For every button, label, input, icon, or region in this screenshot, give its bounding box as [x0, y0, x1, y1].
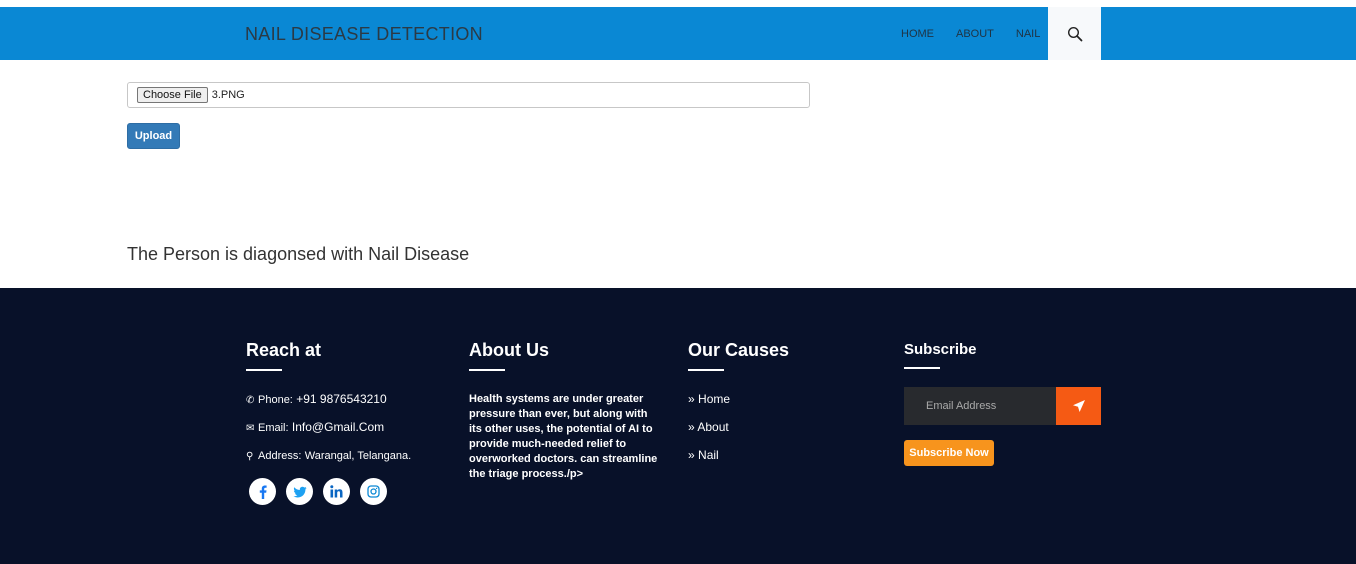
phone-line: ✆ Phone: +91 9876543210 — [246, 392, 387, 406]
double-chevron-right-icon: » — [688, 420, 695, 434]
subscribe-email-input[interactable] — [904, 387, 1056, 425]
cause-label: Nail — [698, 448, 719, 462]
cause-link-home[interactable]: » Home — [688, 392, 730, 406]
address-value: Warangal, Telangana. — [304, 450, 412, 462]
address-label: Address: — [258, 450, 302, 462]
about-text: Health systems are under greater pressur… — [469, 393, 658, 480]
choose-file-button[interactable]: Choose File — [137, 87, 208, 103]
double-chevron-right-icon: » — [688, 448, 695, 462]
search-button[interactable] — [1048, 7, 1101, 60]
email-value: Info@Gmail.Com — [291, 420, 385, 434]
diagnosis-result: The Person is diagonsed with Nail Diseas… — [127, 244, 470, 264]
cause-label: Home — [698, 392, 731, 406]
nav-about[interactable]: ABOUT — [956, 28, 994, 40]
email-label: Email: — [258, 422, 289, 434]
nav-links: HOME ABOUT NAIL — [890, 7, 1051, 60]
about-title: About Us — [469, 340, 549, 360]
subscribe-now-button[interactable]: Subscribe Now — [904, 440, 994, 466]
instagram-icon[interactable] — [360, 478, 387, 505]
search-icon — [1067, 26, 1082, 41]
linkedin-icon[interactable] — [323, 478, 350, 505]
cause-label: About — [697, 420, 729, 434]
map-marker-icon: ⚲ — [246, 451, 254, 462]
paper-plane-icon — [1072, 400, 1085, 412]
send-button[interactable] — [1056, 387, 1101, 425]
about-underline — [469, 369, 505, 371]
upload-button[interactable]: Upload — [127, 123, 180, 149]
email-line: ✉ Email: Info@Gmail.Com — [246, 420, 384, 434]
twitter-icon[interactable] — [286, 478, 313, 505]
reach-underline — [246, 369, 282, 371]
nav-home[interactable]: HOME — [901, 28, 934, 40]
top-strip — [0, 0, 1356, 7]
social-links — [249, 478, 397, 505]
cause-link-nail[interactable]: » Nail — [688, 448, 719, 462]
phone-value: +91 9876543210 — [296, 392, 387, 406]
footer: Reach at ✆ Phone: +91 9876543210 ✉ Email: … — [0, 288, 1356, 564]
subscribe-title: Subscribe — [904, 341, 977, 358]
facebook-icon[interactable] — [249, 478, 276, 505]
causes-title: Our Causes — [688, 340, 790, 360]
envelope-icon: ✉ — [246, 423, 255, 434]
file-input[interactable]: Choose File 3.PNG — [127, 82, 810, 108]
selected-file-name: 3.PNG — [211, 89, 245, 101]
reach-title: Reach at — [246, 340, 322, 360]
address-line: ⚲ Address: Warangal, Telangana. — [246, 448, 411, 462]
double-chevron-right-icon: » — [688, 392, 695, 406]
navbar: NAIL DISEASE DETECTION HOME ABOUT NAIL — [0, 7, 1356, 60]
nav-nail[interactable]: NAIL — [1016, 28, 1040, 40]
causes-underline — [688, 369, 724, 371]
subscribe-underline — [904, 367, 940, 369]
cause-link-about[interactable]: » About — [688, 420, 729, 434]
phone-label: Phone: — [258, 394, 293, 406]
brand-title[interactable]: NAIL DISEASE DETECTION — [245, 24, 483, 45]
phone-icon: ✆ — [246, 395, 255, 406]
